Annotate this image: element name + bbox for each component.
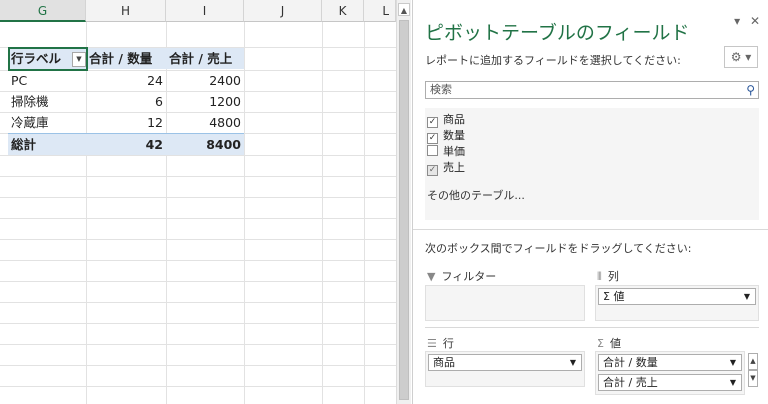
- column-header-j[interactable]: J: [244, 0, 322, 22]
- field-list: ✓ 商品 ✓ 数量 単価 ✓ 売上 その他のテーブル...: [425, 108, 759, 220]
- column-header-k[interactable]: K: [322, 0, 364, 22]
- pane-title: ピボットテーブルのフィールド: [425, 22, 690, 44]
- pivot-grand-total-sales[interactable]: 8400: [166, 133, 244, 155]
- pivot-field-pane: ピボットテーブルのフィールド ▾ ✕ レポートに追加するフィールドを選択してくだ…: [412, 0, 768, 404]
- chip-label: Σ 値: [603, 290, 625, 303]
- scroll-up-arrow-icon[interactable]: ▲: [398, 3, 410, 16]
- grid-line: [0, 302, 396, 303]
- divider: [425, 327, 759, 328]
- field-search-input[interactable]: 検索 ⚲: [425, 81, 759, 99]
- sigma-icon: Σ: [597, 337, 604, 350]
- pivot-grand-total-qty[interactable]: 42: [86, 133, 166, 155]
- search-placeholder: 検索: [430, 83, 452, 96]
- zone-label-text: 列: [607, 270, 619, 283]
- pivot-sales-value[interactable]: 4800: [166, 112, 244, 133]
- field-label: 売上: [443, 161, 465, 174]
- column-header-h[interactable]: H: [86, 0, 166, 22]
- checkbox-unchecked-icon[interactable]: [427, 145, 438, 156]
- checkbox-checked-icon[interactable]: ✓: [427, 133, 438, 144]
- grid-line: [0, 176, 396, 177]
- chip-label: 商品: [433, 356, 455, 369]
- field-label: 単価: [443, 145, 465, 158]
- grid-line: [0, 197, 396, 198]
- zone-label-text: フィルター: [441, 270, 497, 283]
- search-icon[interactable]: ⚲: [746, 82, 755, 98]
- filter-zone-label: ▼ フィルター: [427, 268, 496, 284]
- grid-line: [244, 22, 245, 404]
- gear-icon: ⚙ ▾: [730, 50, 752, 64]
- other-tables-link[interactable]: その他のテーブル...: [427, 187, 525, 203]
- drag-hint: 次のボックス間でフィールドをドラッグしてください:: [425, 242, 692, 255]
- column-header-i[interactable]: I: [166, 0, 244, 22]
- chip-label: 合計 / 数量: [603, 356, 658, 369]
- rows-drop-zone[interactable]: 商品 ▼: [425, 351, 585, 387]
- pivot-qty-value[interactable]: 12: [86, 112, 166, 133]
- columns-drop-zone[interactable]: Σ 値 ▼: [595, 285, 759, 321]
- field-label: 商品: [443, 113, 465, 126]
- scroll-up-arrow-icon[interactable]: ▲: [748, 353, 758, 370]
- values-zone-label: Σ値: [597, 335, 621, 351]
- rows-product-chip[interactable]: 商品 ▼: [428, 354, 582, 371]
- chevron-down-icon[interactable]: ▼: [570, 355, 576, 370]
- filter-icon: ▼: [427, 270, 436, 283]
- chevron-down-icon[interactable]: ▼: [730, 355, 736, 370]
- grid-line: [0, 386, 396, 387]
- values-zone-scrollbar[interactable]: ▲ ▼: [748, 353, 758, 387]
- pivot-sales-header[interactable]: 合計 / 売上: [166, 48, 244, 69]
- pivot-qty-value[interactable]: 6: [86, 91, 166, 112]
- pivot-row-label[interactable]: PC: [8, 70, 86, 91]
- grid-line: [0, 344, 396, 345]
- columns-icon: ⦀: [597, 270, 602, 283]
- grid-line: [0, 239, 396, 240]
- pane-hint: レポートに追加するフィールドを選択してください:: [425, 54, 681, 67]
- pivot-sales-value[interactable]: 1200: [166, 91, 244, 112]
- pivot-row-label[interactable]: 冷蔵庫: [8, 112, 86, 133]
- pivot-grand-total-label[interactable]: 総計: [8, 133, 86, 155]
- pane-options-dropdown-icon[interactable]: ▾: [734, 14, 740, 28]
- rows-icon: ☰: [427, 337, 437, 350]
- column-header-l[interactable]: L: [364, 0, 396, 22]
- checkbox-checked-icon[interactable]: ✓: [427, 117, 438, 128]
- grid-line: [322, 22, 323, 404]
- chip-label: 合計 / 売上: [603, 376, 658, 389]
- grid-line: [0, 155, 396, 156]
- checkbox-checked-icon[interactable]: ✓: [427, 165, 438, 176]
- chevron-down-icon[interactable]: ▼: [730, 375, 736, 390]
- grid-line: [0, 323, 396, 324]
- scrollbar-thumb[interactable]: [399, 20, 409, 400]
- zone-label-text: 値: [609, 337, 621, 350]
- grid-line: [0, 365, 396, 366]
- values-qty-chip[interactable]: 合計 / 数量 ▼: [598, 354, 742, 371]
- active-cell-selection: [8, 47, 88, 71]
- values-sales-chip[interactable]: 合計 / 売上 ▼: [598, 374, 742, 391]
- grid-line: [364, 22, 365, 404]
- filter-drop-zone[interactable]: [425, 285, 585, 321]
- layout-settings-button[interactable]: ⚙ ▾: [724, 46, 758, 68]
- spreadsheet-grid[interactable]: G H I J K L 行ラベル 合計 / 数量 合計 / 売上 ▼ PC 24…: [0, 0, 396, 404]
- close-icon[interactable]: ✕: [750, 14, 760, 28]
- field-item-quantity[interactable]: ✓ 数量: [427, 129, 465, 144]
- field-label: 数量: [443, 129, 465, 142]
- columns-zone-label: ⦀ 列: [597, 268, 619, 284]
- chevron-down-icon[interactable]: ▼: [744, 289, 750, 304]
- rows-zone-label: ☰ 行: [427, 335, 454, 351]
- scroll-down-arrow-icon[interactable]: ▼: [748, 370, 758, 387]
- pivot-sales-value[interactable]: 2400: [166, 70, 244, 91]
- grid-line: [0, 281, 396, 282]
- vertical-scrollbar[interactable]: ▲: [396, 0, 411, 404]
- pane-tools: ▾ ✕: [728, 14, 760, 28]
- pivot-qty-value[interactable]: 24: [86, 70, 166, 91]
- field-item-product[interactable]: ✓ 商品: [427, 113, 465, 128]
- column-header-g[interactable]: G: [0, 0, 86, 22]
- columns-values-chip[interactable]: Σ 値 ▼: [598, 288, 756, 305]
- values-drop-zone[interactable]: 合計 / 数量 ▼ 合計 / 売上 ▼: [595, 351, 745, 395]
- field-item-unit-price[interactable]: 単価: [427, 145, 465, 159]
- grid-line: [0, 218, 396, 219]
- pivot-row-label[interactable]: 掃除機: [8, 91, 86, 112]
- divider: [413, 229, 768, 230]
- zone-label-text: 行: [442, 337, 454, 350]
- field-item-sales[interactable]: ✓ 売上: [427, 161, 465, 176]
- grid-line: [0, 260, 396, 261]
- pivot-qty-header[interactable]: 合計 / 数量: [86, 48, 166, 69]
